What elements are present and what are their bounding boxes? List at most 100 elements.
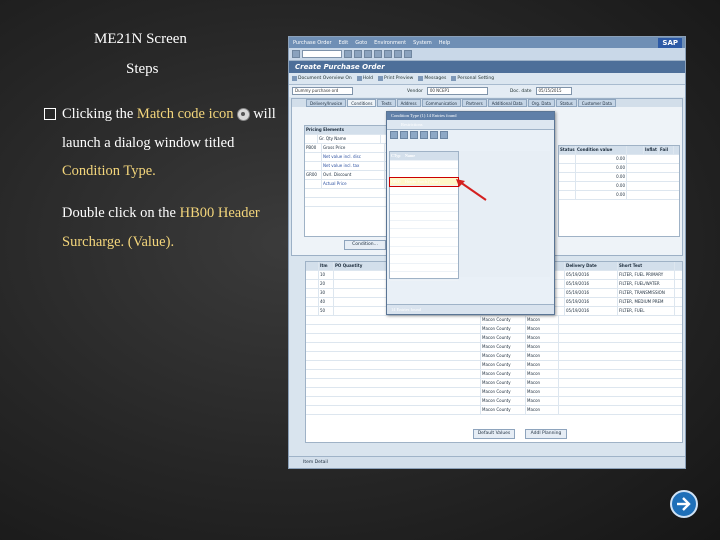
tab-customer-data[interactable]: Customer Data [577, 99, 616, 107]
menu-item[interactable]: Help [439, 40, 450, 46]
tab-conditions[interactable]: Conditions [347, 99, 377, 107]
bullet-highlight-condition-type: Condition Type. [62, 163, 156, 179]
cancel-icon[interactable] [440, 131, 448, 139]
sort-icon[interactable] [410, 131, 418, 139]
condition-code: ZA00 [391, 238, 401, 244]
table-row[interactable]: Macon County Macon [306, 406, 682, 415]
table-row[interactable]: Macon County Macon [306, 325, 682, 334]
table-row[interactable]: 0.00 [559, 191, 679, 200]
column-header: Delivery Date [565, 262, 618, 270]
print-icon[interactable] [430, 131, 438, 139]
document-type-dropdown[interactable]: Dummy purchase ord [292, 87, 353, 95]
tab-status[interactable]: Status [555, 99, 577, 107]
document-overview-button[interactable]: Document Overview On [292, 76, 352, 81]
command-field[interactable] [302, 50, 342, 58]
tab-texts[interactable]: Texts [377, 99, 396, 107]
condition-type-row[interactable]: ZA01 Surcharge % on Gross [390, 247, 458, 256]
cell: 05/19/2016 [565, 289, 618, 297]
condition-type-row[interactable]: ZA00 Surcharge % on Net [390, 238, 458, 247]
table-row[interactable]: Macon County Macon [306, 397, 682, 406]
table-row[interactable]: Gr. Qty Name [305, 135, 395, 144]
vendor-field[interactable]: 00 NCEP1 [426, 87, 488, 95]
table-row[interactable]: GR00 Ovrl. Discount [305, 171, 395, 180]
condition-type-row[interactable]: HD00 Header Disc(Value) [390, 186, 458, 195]
cell: GR00 [305, 171, 322, 179]
table-row[interactable]: Macon County Macon [306, 352, 682, 361]
condition-type-row[interactable]: ZD00 Added Addl Surcharge [390, 272, 458, 281]
menu-item[interactable]: Goto [355, 40, 367, 46]
table-row[interactable]: Net value incl. disc [305, 153, 395, 162]
condition-type-row[interactable]: RA01 Discount % on Gross [390, 204, 458, 213]
match-code-icon [236, 108, 250, 122]
table-row[interactable]: Net value incl. tax [305, 162, 395, 171]
condition-type-row[interactable]: FRB1 Freight (Value) [390, 169, 458, 178]
doc-date-field[interactable]: 05/15/2015 [535, 87, 572, 95]
cell: 05/19/2016 [565, 280, 618, 288]
table-row[interactable]: Macon County Macon [306, 388, 682, 397]
condition-type-row[interactable]: ZB00 Surcharge (Value) [390, 255, 458, 264]
filter-icon[interactable] [420, 131, 428, 139]
save-icon[interactable] [344, 50, 352, 58]
print-icon[interactable] [384, 50, 392, 58]
hold-icon [356, 76, 362, 81]
slide-title: ME21N Screen [94, 31, 187, 47]
addl-planning-button[interactable]: Addl Planning [525, 429, 567, 439]
tab-restrictions[interactable]: Restrictions [387, 120, 554, 130]
table-row[interactable]: 0.00 [559, 164, 679, 173]
default-values-button[interactable]: Default Values [473, 429, 515, 439]
personal-setting-button[interactable]: Personal Setting [451, 76, 494, 81]
column-header: PO Quantity [334, 262, 387, 270]
find-icon[interactable] [400, 131, 408, 139]
messages-button[interactable]: Messages [418, 76, 446, 81]
enter-icon[interactable] [292, 50, 300, 58]
condition-type-row[interactable]: HB00 Header Surch.(Value) [389, 176, 459, 188]
tab-communication[interactable]: Communication [421, 99, 462, 107]
table-row[interactable] [305, 198, 395, 207]
condition-button[interactable]: Condition... [344, 240, 386, 250]
dialog-title: Condition Type (1) 14 Entries found [387, 112, 554, 120]
next-slide-button[interactable] [670, 490, 698, 518]
condition-code: ZC00 [391, 264, 401, 270]
table-row[interactable] [305, 189, 395, 198]
condition-type-row[interactable]: RC00 Account Discount % [390, 221, 458, 230]
back-icon[interactable] [354, 50, 362, 58]
condition-type-row[interactable]: RL01 Vendor Discount % [390, 229, 458, 238]
tab-additional-data[interactable]: Additional Data [487, 99, 527, 107]
cell [306, 397, 481, 405]
tab-partners[interactable]: Partners [462, 99, 487, 107]
table-row[interactable]: Macon County Macon [306, 334, 682, 343]
menu-item[interactable]: Edit [339, 40, 349, 46]
item-detail-bar[interactable]: Item Detail [289, 456, 685, 468]
condition-type-row[interactable]: ZC00 Sales Local Share [390, 264, 458, 273]
table-row[interactable]: Macon County Macon [306, 343, 682, 352]
table-row[interactable]: 0.00 [559, 155, 679, 164]
table-row[interactable]: PB00 Gross Price [305, 144, 395, 153]
print-preview-button[interactable]: Print Preview [378, 76, 413, 81]
help-icon[interactable] [404, 50, 412, 58]
table-row[interactable]: 0.00 [559, 173, 679, 182]
tab-address[interactable]: Address [396, 99, 421, 107]
hold-button[interactable]: Hold [356, 76, 373, 81]
table-row[interactable]: Macon County Macon [306, 370, 682, 379]
table-row[interactable]: Macon County Macon [306, 316, 682, 325]
menu-item[interactable]: Environment [374, 40, 406, 46]
tab-delivery-invoice[interactable]: Delivery/Invoice [306, 99, 347, 107]
condition-code: HB00 [391, 178, 401, 184]
bullet-highlight-match-code: Match code icon [136, 106, 234, 122]
condition-type-row[interactable]: FRA1 Freight % [390, 161, 458, 170]
menu-item[interactable]: Purchase Order [293, 40, 332, 46]
condition-type-row[interactable]: RB00 Absolute discount [390, 212, 458, 221]
tab-org-data[interactable]: Org. Data [527, 99, 555, 107]
cancel-icon[interactable] [374, 50, 382, 58]
cell [306, 325, 481, 333]
table-row[interactable]: Actual Price [305, 180, 395, 189]
menu-item[interactable]: System [413, 40, 432, 46]
exit-icon[interactable] [364, 50, 372, 58]
table-row[interactable]: 0.00 [559, 182, 679, 191]
find-icon[interactable] [394, 50, 402, 58]
table-row[interactable]: Macon County Macon [306, 361, 682, 370]
condition-type-row[interactable]: RA00 Discount % on Net [390, 195, 458, 204]
bullet-text: Clicking the Match code icon will launch… [44, 100, 284, 186]
check-icon[interactable] [390, 131, 398, 139]
table-row[interactable]: Macon County Macon [306, 379, 682, 388]
